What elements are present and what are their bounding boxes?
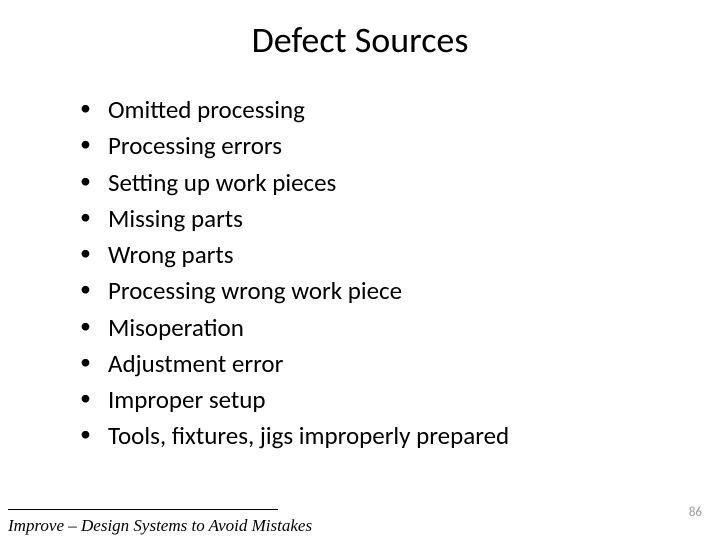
list-item: Missing parts xyxy=(80,201,680,237)
list-item: Setting up work pieces xyxy=(80,165,680,201)
list-item: Misoperation xyxy=(80,310,680,346)
list-item: Wrong parts xyxy=(80,237,680,273)
list-item: Omitted processing xyxy=(80,92,680,128)
list-item: Processing errors xyxy=(80,128,680,164)
bullet-list: Omitted processing Processing errors Set… xyxy=(80,92,680,455)
list-item: Processing wrong work piece xyxy=(80,273,680,309)
page-number: 86 xyxy=(689,505,702,520)
bullet-list-container: Omitted processing Processing errors Set… xyxy=(0,92,720,455)
slide-title: Defect Sources xyxy=(0,18,720,62)
list-item: Adjustment error xyxy=(80,346,680,382)
footer-text: Improve – Design Systems to Avoid Mistak… xyxy=(8,516,312,536)
footer-divider xyxy=(8,509,278,510)
list-item: Tools, fixtures, jigs improperly prepare… xyxy=(80,418,680,454)
list-item: Improper setup xyxy=(80,382,680,418)
